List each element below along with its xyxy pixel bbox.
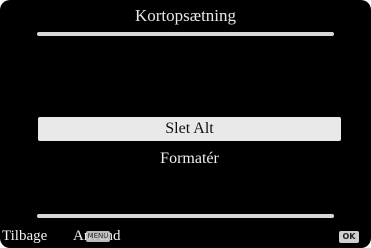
- footer-hints: Tilbage Anvend MENU OK: [0, 224, 371, 248]
- camera-menu-screen: Kortopsætning Slet Alt Formatér Tilbage …: [0, 0, 371, 248]
- top-divider: [37, 32, 334, 36]
- screen-title: Kortopsætning: [134, 6, 237, 25]
- menu-button-icon: MENU: [86, 231, 110, 242]
- ok-button-icon[interactable]: OK: [339, 231, 359, 243]
- back-label: Tilbage: [2, 228, 48, 244]
- menu-item-delete-all[interactable]: Slet Alt: [38, 117, 341, 141]
- menu-item-format[interactable]: Formatér: [38, 147, 341, 171]
- bottom-divider: [37, 214, 334, 218]
